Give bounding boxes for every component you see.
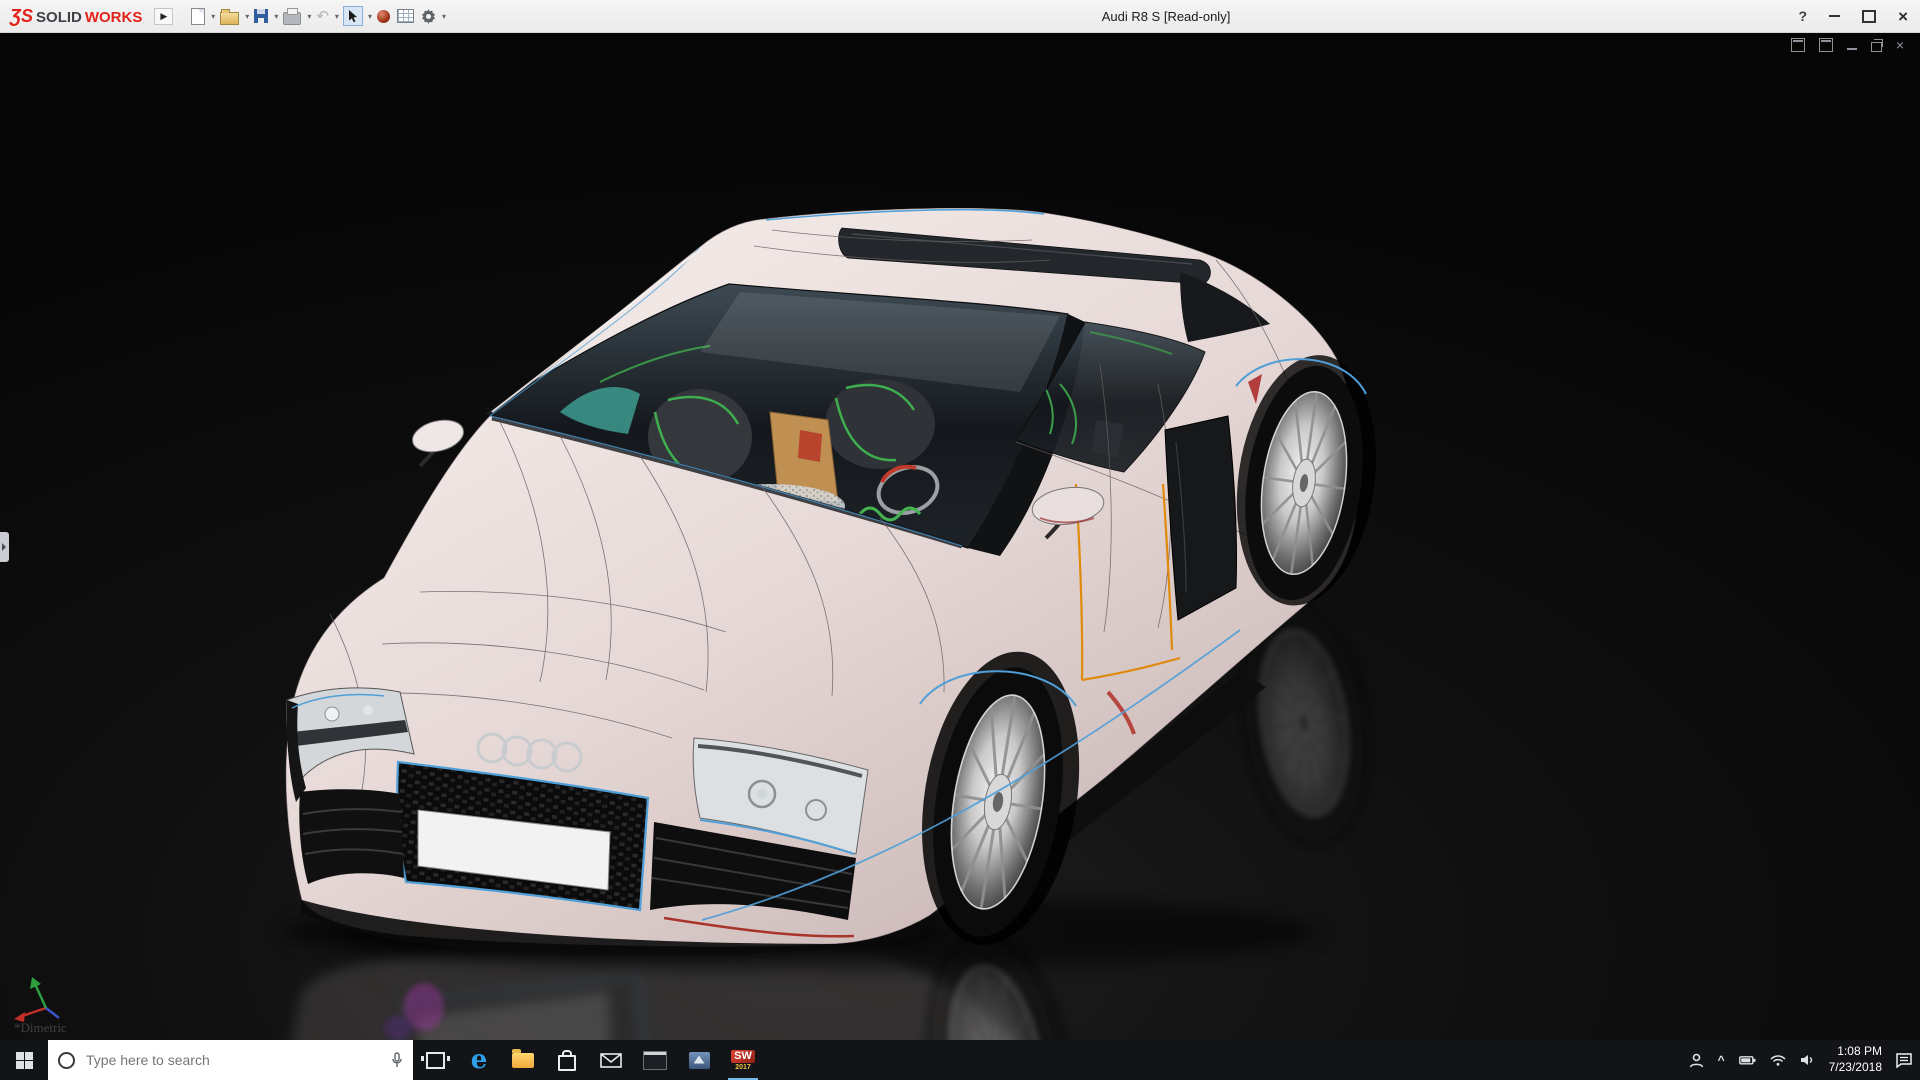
window-controls: ? × [1799, 0, 1909, 32]
undo-arrow-icon: ↶ [316, 7, 329, 25]
graphics-viewport[interactable]: × *Dimetric [0, 32, 1920, 1040]
print-button[interactable] [281, 6, 303, 27]
table-grid-icon [396, 9, 414, 23]
titlebar: ƷS SOLID WORKS ▶ ▾ ▾ ▾ ▾ ↶ ▾ ▾ ▾ Audi R8… [0, 0, 1920, 33]
windows-logo-icon [15, 1051, 33, 1069]
dropdown-caret[interactable]: ▾ [211, 12, 215, 21]
new-document-button[interactable] [189, 6, 207, 27]
save-floppy-icon [254, 9, 269, 23]
edge-icon: e [470, 1045, 488, 1075]
solidworks-logo: ƷS SOLID WORKS [10, 6, 142, 27]
quick-access-toolbar: ▾ ▾ ▾ ▾ ↶ ▾ ▾ ▾ [189, 6, 446, 27]
solidworks-app-icon: SW 2017 [731, 1049, 755, 1071]
start-button[interactable] [0, 1040, 48, 1080]
edrawings-icon [688, 1051, 710, 1069]
view-orientation-label: *Dimetric [14, 1020, 67, 1035]
gear-icon [421, 8, 436, 24]
sw-label: SW [731, 1049, 755, 1063]
solidworks-window: ƷS SOLID WORKS ▶ ▾ ▾ ▾ ▾ ↶ ▾ ▾ ▾ Audi R8… [0, 0, 1920, 1080]
edrawings-button[interactable] [677, 1040, 721, 1080]
appearance-sphere-icon [376, 9, 390, 23]
new-document-icon [191, 7, 206, 25]
dassault-ds-logo: ƷS [10, 5, 34, 26]
action-center-icon[interactable] [1896, 1052, 1912, 1068]
people-icon[interactable] [1689, 1053, 1704, 1068]
evaluate-button[interactable] [395, 7, 416, 25]
feature-tree-collapsed-tab[interactable] [0, 532, 9, 562]
cortana-icon [58, 1051, 75, 1069]
document-window-controls: × [1790, 38, 1904, 52]
task-pane-icon-1[interactable] [1790, 38, 1805, 52]
store-button[interactable] [545, 1040, 589, 1080]
console-button[interactable] [633, 1040, 677, 1080]
task-view-button[interactable] [413, 1040, 457, 1080]
minimize-button[interactable] [1829, 15, 1841, 17]
console-window-icon [643, 1050, 667, 1070]
dropdown-caret[interactable]: ▾ [335, 12, 339, 21]
shopping-bag-icon [558, 1050, 576, 1071]
doc-minimize-button[interactable] [1846, 48, 1857, 50]
doc-close-button[interactable]: × [1896, 38, 1904, 52]
brand-works-text: WORKS [84, 8, 143, 26]
file-explorer-button[interactable] [501, 1040, 545, 1080]
close-button[interactable]: × [1898, 8, 1908, 25]
battery-icon[interactable] [1738, 1055, 1756, 1065]
task-view-icon [420, 1051, 450, 1069]
sw-year-label: 2017 [735, 1063, 751, 1071]
3d-scene-canvas[interactable]: *Dimetric [0, 32, 1920, 1040]
system-tray: ^ 1:08 PM 7/23/2018 [1689, 1040, 1920, 1080]
printer-icon [283, 7, 302, 25]
brand-solid-text: SOLID [36, 8, 82, 26]
save-button[interactable] [252, 7, 270, 25]
volume-icon[interactable] [1800, 1054, 1815, 1066]
dropdown-caret[interactable]: ▾ [245, 12, 249, 21]
taskbar-clock[interactable]: 1:08 PM 7/23/2018 [1829, 1044, 1882, 1075]
dropdown-caret[interactable]: ▾ [307, 12, 311, 21]
maximize-button[interactable] [1862, 9, 1877, 23]
open-button[interactable] [218, 6, 241, 27]
search-input[interactable] [84, 1051, 382, 1069]
windows-taskbar: e SW 2017 ^ [0, 1040, 1920, 1080]
options-button[interactable] [419, 7, 438, 26]
tray-chevron[interactable]: ^ [1718, 1053, 1725, 1067]
dropdown-caret[interactable]: ▾ [274, 12, 278, 21]
clock-time: 1:08 PM [1837, 1044, 1882, 1059]
solidworks-taskbar-button[interactable]: SW 2017 [721, 1040, 765, 1080]
dropdown-caret[interactable]: ▾ [442, 12, 446, 21]
clock-date: 7/23/2018 [1828, 1060, 1882, 1074]
help-button[interactable]: ? [1799, 8, 1808, 24]
window-title: Audi R8 S [Read-only] [1101, 8, 1231, 24]
edge-button[interactable]: e [457, 1040, 501, 1080]
doc-restore-button[interactable] [1870, 39, 1883, 52]
task-pane-icon-2[interactable] [1818, 38, 1833, 52]
taskbar-search[interactable] [48, 1040, 413, 1080]
dropdown-caret[interactable]: ▾ [368, 12, 372, 21]
appearance-button[interactable] [375, 8, 392, 25]
envelope-icon [600, 1052, 622, 1068]
microphone-icon[interactable] [391, 1052, 403, 1068]
cursor-arrow-icon [348, 10, 357, 23]
network-wifi-icon[interactable] [1770, 1054, 1786, 1066]
mail-button[interactable] [589, 1040, 633, 1080]
select-tool-button[interactable] [342, 6, 363, 26]
folder-icon [512, 1048, 534, 1068]
undo-button[interactable]: ↶ [314, 7, 331, 26]
open-folder-icon [220, 8, 240, 25]
menu-flyout-arrow[interactable]: ▶ [154, 7, 174, 25]
